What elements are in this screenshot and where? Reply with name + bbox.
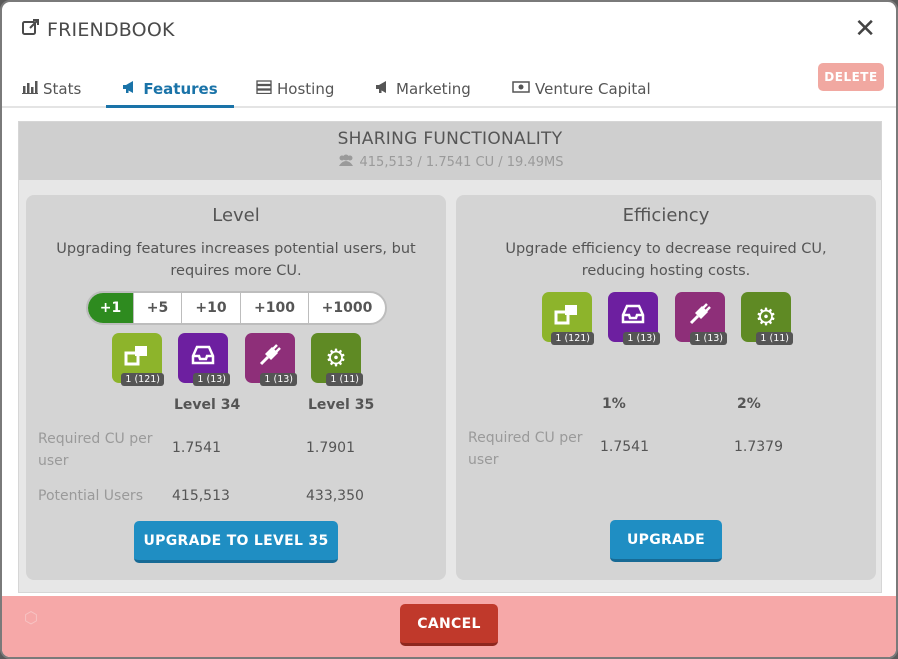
efficiency-panel-description: Upgrade efficiency to decrease required … xyxy=(505,241,827,279)
requirement-inbox-tile: 1 (13) xyxy=(608,292,660,345)
increment-100-button[interactable]: +100 xyxy=(241,293,309,323)
requirement-share-tile: 1 (121) xyxy=(542,292,594,345)
upgrade-efficiency-button[interactable]: UPGRADE xyxy=(610,520,722,562)
requirement-badge: 1 (13) xyxy=(623,332,660,345)
requirement-badge: 1 (13) xyxy=(193,373,230,386)
modal-footer: ⬡ CANCEL xyxy=(2,596,896,657)
tab-marketing-label: Marketing xyxy=(396,80,471,98)
feature-stats: 415,513 / 1.7541 CU / 19.49MS xyxy=(19,154,881,171)
inbox-icon xyxy=(621,304,645,330)
requirement-plug-tile: 1 (13) xyxy=(245,333,297,386)
row-label-potential-users: Potential Users xyxy=(38,488,143,504)
tab-features[interactable]: Features xyxy=(106,72,234,108)
delete-button[interactable]: DELETE xyxy=(818,63,884,91)
external-link-icon xyxy=(22,18,40,41)
modal-window: FRIENDBOOK ✕ Stats Features Hosting Mark… xyxy=(0,0,898,659)
share-icon xyxy=(554,303,580,331)
tab-stats[interactable]: Stats xyxy=(22,72,81,106)
efficiency-panel: Efficiency Upgrade efficiency to decreas… xyxy=(456,195,876,580)
value-next-potential-users: 433,350 xyxy=(306,488,364,504)
value-next-required-cu: 1.7379 xyxy=(734,439,783,455)
faint-logo-icon: ⬡ xyxy=(24,608,38,627)
gear-icon: ⚙ xyxy=(325,344,347,372)
megaphone-icon xyxy=(122,80,138,98)
efficiency-next-header: 2% xyxy=(737,396,761,412)
money-icon xyxy=(512,80,530,98)
requirement-inbox-tile: 1 (13) xyxy=(178,333,230,386)
plug-icon xyxy=(258,343,282,373)
tab-features-label: Features xyxy=(143,79,218,98)
tab-venture-capital[interactable]: Venture Capital xyxy=(512,72,651,106)
requirement-badge: 1 (13) xyxy=(690,332,727,345)
value-current-required-cu: 1.7541 xyxy=(600,439,649,455)
requirement-gear-tile: ⚙ 1 (11) xyxy=(311,333,363,386)
requirement-badge: 1 (121) xyxy=(551,332,594,345)
requirement-plug-tile: 1 (13) xyxy=(675,292,727,345)
tab-hosting-label: Hosting xyxy=(277,80,335,98)
increment-10-button[interactable]: +10 xyxy=(182,293,241,323)
tab-venture-capital-label: Venture Capital xyxy=(535,80,651,98)
tab-hosting[interactable]: Hosting xyxy=(256,72,334,106)
level-increment-group: +1 +5 +10 +100 +1000 xyxy=(86,291,387,325)
value-current-required-cu: 1.7541 xyxy=(172,440,221,456)
requirement-badge: 1 (11) xyxy=(756,332,793,345)
increment-1000-button[interactable]: +1000 xyxy=(309,293,385,323)
cancel-button[interactable]: CANCEL xyxy=(400,604,498,646)
row-label-required-cu: Required CU per user xyxy=(38,431,153,469)
requirement-badge: 1 (13) xyxy=(260,373,297,386)
requirement-gear-tile: ⚙ 1 (11) xyxy=(741,292,793,345)
increment-5-button[interactable]: +5 xyxy=(134,293,182,323)
plug-icon xyxy=(688,302,712,332)
bar-chart-icon xyxy=(22,80,38,98)
upgrade-level-button[interactable]: UPGRADE TO LEVEL 35 xyxy=(134,521,338,563)
increment-1-button[interactable]: +1 xyxy=(88,293,134,323)
value-current-potential-users: 415,513 xyxy=(172,488,230,504)
titlebar: FRIENDBOOK ✕ xyxy=(2,2,896,58)
feature-stats-text: 415,513 / 1.7541 CU / 19.49MS xyxy=(359,155,564,170)
window-title-text: FRIENDBOOK xyxy=(47,18,175,41)
requirement-share-tile: 1 (121) xyxy=(112,333,164,386)
requirement-badge: 1 (11) xyxy=(326,373,363,386)
value-next-required-cu: 1.7901 xyxy=(306,440,355,456)
level-panel: Level Upgrading features increases poten… xyxy=(26,195,446,580)
level-panel-title: Level xyxy=(212,205,260,226)
window-title: FRIENDBOOK xyxy=(22,18,175,41)
gear-icon: ⚙ xyxy=(755,303,777,331)
tab-marketing[interactable]: Marketing xyxy=(375,72,471,106)
megaphone-icon xyxy=(375,80,391,98)
feature-content: SHARING FUNCTIONALITY 415,513 / 1.7541 C… xyxy=(18,121,882,593)
server-icon xyxy=(256,80,272,98)
efficiency-current-header: 1% xyxy=(602,396,626,412)
feature-header: SHARING FUNCTIONALITY 415,513 / 1.7541 C… xyxy=(19,122,881,180)
users-icon xyxy=(337,154,355,171)
inbox-icon xyxy=(191,345,215,371)
requirement-badge: 1 (121) xyxy=(121,373,164,386)
level-next-header: Level 35 xyxy=(308,397,375,413)
tab-stats-label: Stats xyxy=(43,80,82,98)
level-panel-description: Upgrading features increases potential u… xyxy=(56,241,416,279)
share-icon xyxy=(124,344,150,372)
tab-bar: Stats Features Hosting Marketing Venture… xyxy=(2,62,896,108)
close-icon[interactable]: ✕ xyxy=(854,16,876,42)
row-label-required-cu: Required CU per user xyxy=(468,430,583,468)
efficiency-panel-title: Efficiency xyxy=(622,205,710,226)
feature-title: SHARING FUNCTIONALITY xyxy=(337,129,563,149)
level-current-header: Level 34 xyxy=(174,397,241,413)
